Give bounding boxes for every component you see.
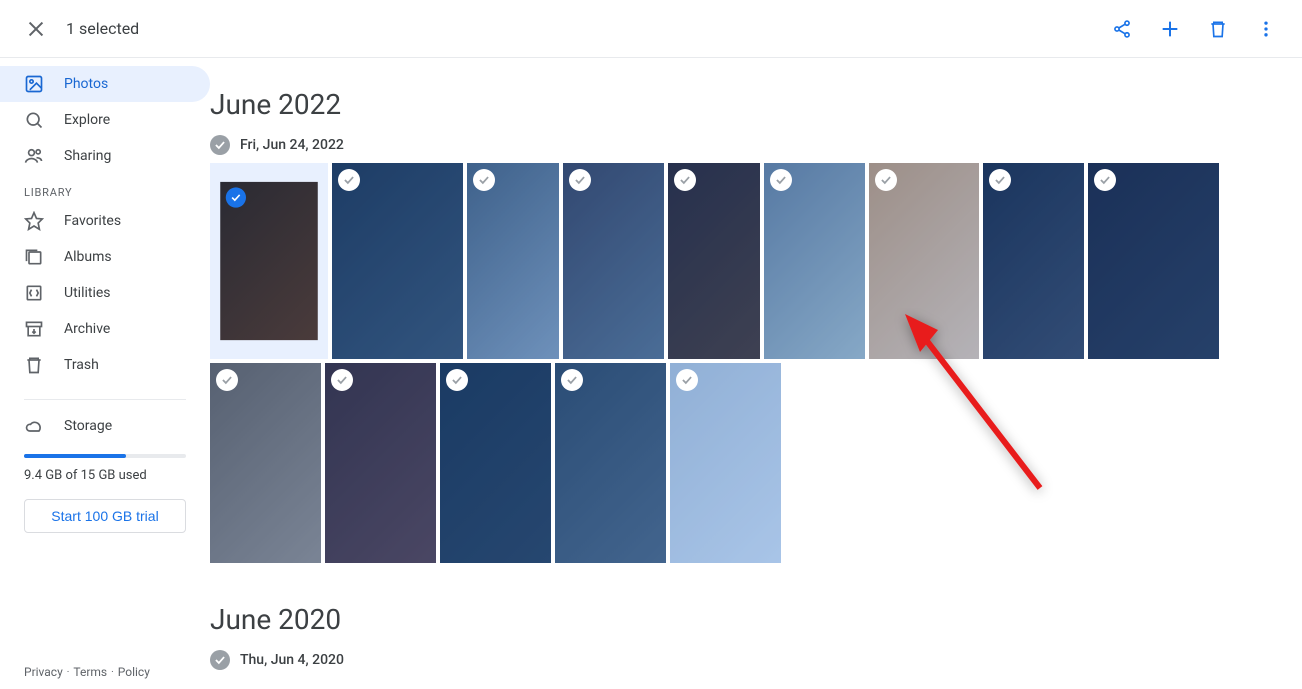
share-icon xyxy=(1112,19,1132,39)
photo-thumb[interactable] xyxy=(210,363,321,563)
search-icon xyxy=(24,110,44,130)
trash-icon xyxy=(1208,19,1228,39)
sidebar-item-label: Trash xyxy=(64,357,99,373)
sidebar-item-utilities[interactable]: Utilities xyxy=(0,275,210,311)
month-heading: June 2020 xyxy=(210,603,1282,636)
divider xyxy=(24,399,186,400)
selection-topbar: 1 selected xyxy=(0,0,1302,58)
photo-thumb[interactable] xyxy=(440,363,551,563)
thumb-check-icon[interactable] xyxy=(226,187,246,207)
date-row[interactable]: Thu, Jun 4, 2020 xyxy=(210,650,1282,670)
trash-icon xyxy=(24,355,44,375)
month-heading: June 2022 xyxy=(210,88,1282,121)
sidebar-item-trash[interactable]: Trash xyxy=(0,347,210,383)
sidebar-item-label: Explore xyxy=(64,112,110,128)
photo-thumb[interactable] xyxy=(668,163,760,359)
select-day-check[interactable] xyxy=(210,135,230,155)
sidebar-item-label: Storage xyxy=(64,418,112,434)
select-day-check[interactable] xyxy=(210,650,230,670)
photo-thumb[interactable] xyxy=(325,363,436,563)
photo-thumb[interactable] xyxy=(1088,163,1219,359)
delete-button[interactable] xyxy=(1198,9,1238,49)
thumb-check-icon[interactable] xyxy=(216,369,238,391)
people-icon xyxy=(24,146,44,166)
share-button[interactable] xyxy=(1102,9,1142,49)
sidebar-item-label: Archive xyxy=(64,321,110,337)
sidebar-item-archive[interactable]: Archive xyxy=(0,311,210,347)
close-selection-button[interactable] xyxy=(16,9,56,49)
close-icon xyxy=(25,18,47,40)
footer-policy-link[interactable]: Policy xyxy=(118,665,150,679)
footer-terms-link[interactable]: Terms xyxy=(73,665,107,679)
library-section-label: LIBRARY xyxy=(0,174,210,203)
thumb-check-icon[interactable] xyxy=(569,169,591,191)
photo-thumb[interactable] xyxy=(467,163,559,359)
thumb-check-icon[interactable] xyxy=(1094,169,1116,191)
thumb-check-icon[interactable] xyxy=(989,169,1011,191)
sidebar-item-label: Favorites xyxy=(64,213,121,229)
plus-icon xyxy=(1159,18,1181,40)
storage-progress xyxy=(24,454,186,458)
thumb-check-icon[interactable] xyxy=(473,169,495,191)
sidebar: Photos Explore Sharing LIBRARY Favorites Al… xyxy=(0,58,210,689)
photo-thumb[interactable] xyxy=(764,163,865,359)
cloud-icon xyxy=(24,416,44,436)
sidebar-item-storage[interactable]: Storage xyxy=(0,408,210,444)
sidebar-item-label: Utilities xyxy=(64,285,111,301)
photo-grid xyxy=(210,163,1282,563)
thumb-check-icon[interactable] xyxy=(331,369,353,391)
thumb-check-icon[interactable] xyxy=(770,169,792,191)
footer-links: Privacy · Terms · Policy xyxy=(24,665,150,679)
image-icon xyxy=(24,74,44,94)
add-to-button[interactable] xyxy=(1150,9,1190,49)
archive-icon xyxy=(24,319,44,339)
content-area: June 2022 Fri, Jun 24, 2022 June 2020 Thu, … xyxy=(210,58,1302,689)
date-row[interactable]: Fri, Jun 24, 2022 xyxy=(210,135,1282,155)
sidebar-item-explore[interactable]: Explore xyxy=(0,102,210,138)
more-vert-icon xyxy=(1256,19,1276,39)
selection-count-text: 1 selected xyxy=(66,19,139,38)
thumb-check-icon[interactable] xyxy=(561,369,583,391)
utilities-icon xyxy=(24,283,44,303)
photo-thumb[interactable] xyxy=(983,163,1084,359)
thumb-check-icon[interactable] xyxy=(674,169,696,191)
start-trial-button[interactable]: Start 100 GB trial xyxy=(24,499,186,533)
thumb-check-icon[interactable] xyxy=(676,369,698,391)
photo-thumb[interactable] xyxy=(869,163,979,359)
thumb-check-icon[interactable] xyxy=(338,169,360,191)
sidebar-item-photos[interactable]: Photos xyxy=(0,66,210,102)
sidebar-item-favorites[interactable]: Favorites xyxy=(0,203,210,239)
photo-thumb[interactable] xyxy=(210,163,328,359)
sidebar-item-label: Albums xyxy=(64,249,112,265)
date-text: Fri, Jun 24, 2022 xyxy=(240,137,344,153)
more-options-button[interactable] xyxy=(1246,9,1286,49)
thumb-check-icon[interactable] xyxy=(875,169,897,191)
star-icon xyxy=(24,211,44,231)
sidebar-item-label: Sharing xyxy=(64,148,111,164)
photo-thumb[interactable] xyxy=(555,363,666,563)
sidebar-item-label: Photos xyxy=(64,76,108,92)
thumb-check-icon[interactable] xyxy=(446,369,468,391)
storage-usage-text: 9.4 GB of 15 GB used xyxy=(0,464,210,487)
photo-thumb[interactable] xyxy=(670,363,781,563)
photo-thumb[interactable] xyxy=(563,163,664,359)
sidebar-item-albums[interactable]: Albums xyxy=(0,239,210,275)
footer-privacy-link[interactable]: Privacy xyxy=(24,665,63,679)
photo-thumb[interactable] xyxy=(332,163,463,359)
album-icon xyxy=(24,247,44,267)
date-text: Thu, Jun 4, 2020 xyxy=(240,652,344,668)
sidebar-item-sharing[interactable]: Sharing xyxy=(0,138,210,174)
